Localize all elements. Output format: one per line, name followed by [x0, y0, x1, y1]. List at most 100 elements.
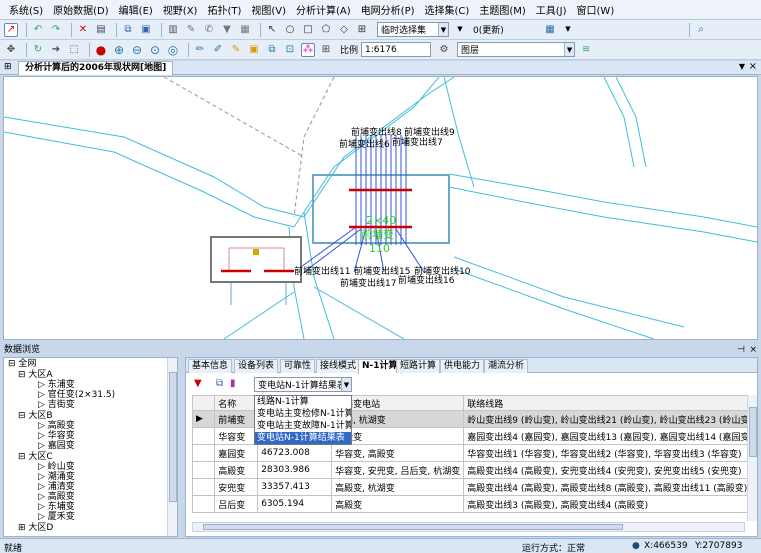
table-cell[interactable]: 吕后变	[214, 495, 259, 513]
tree-region[interactable]: ⊟ 大区B	[18, 411, 53, 421]
rect-icon[interactable]: □	[301, 23, 315, 37]
tree-item[interactable]: ▷ 东埔变	[38, 502, 75, 512]
dropdown-arrow-icon[interactable]: ▼	[453, 23, 467, 37]
table-cell[interactable]: 岭山变出线9 (岭山变), 岭山变出线21 (岭山变), 岭山变出线23 (岭山…	[463, 410, 757, 428]
table-row[interactable]: 嘉园变 46723.008 华容变, 高殿变 华容变出线1 (华容变), 华容变…	[191, 444, 757, 462]
table-cell[interactable]: 华容变出线1 (华容变), 华容变出线2 (华容变), 华容变出线3 (华容变)	[463, 444, 757, 462]
tree-item[interactable]: ▷ 吉街变	[38, 400, 75, 410]
tree-region[interactable]: ⊞ 大区D	[18, 523, 53, 533]
layer-combo[interactable]: 图层 ▼	[457, 42, 576, 57]
tree-item[interactable]: ▷ 高殿变	[38, 421, 75, 431]
table-cell[interactable]: 高殿变出线4 (高殿变), 安兜变出线4 (安兜变), 安兜变出线5 (安兜变)	[463, 461, 757, 479]
table-cell[interactable]: 前埔变	[214, 410, 259, 428]
dropdown-option[interactable]: 变电站主变检修N-1计算	[255, 408, 351, 420]
tree-item[interactable]: ▷ 厦禾变	[38, 512, 75, 522]
tree-item[interactable]: ▷ 岭山变	[38, 462, 75, 472]
tree-root[interactable]: ⊟ 全网	[8, 359, 36, 369]
table-cell[interactable]: 28303.986	[257, 461, 333, 479]
table-cell[interactable]: 华容变, 安兜变, 吕后变, 杭湖变	[331, 461, 465, 479]
zoom-next-icon[interactable]: ◎	[166, 43, 180, 57]
menu-theme-map[interactable]: 主题图(M)	[474, 2, 530, 17]
chevron-down-icon[interactable]: ▼	[341, 378, 351, 391]
menu-edit[interactable]: 编辑(E)	[114, 2, 158, 17]
zoom-out-icon[interactable]: ⊖	[130, 43, 144, 57]
tree-item[interactable]: ▷ 高殿变	[38, 492, 75, 502]
tree-scrollbar[interactable]	[167, 358, 177, 536]
table-vscrollbar[interactable]	[747, 395, 757, 521]
lasso-icon[interactable]: ◇	[337, 23, 351, 37]
table-cell[interactable]: 嘉园变出线4 (嘉园变), 嘉园变出线13 (嘉园变), 嘉园变出线14 (嘉园…	[463, 427, 757, 445]
table-cell[interactable]: 33357.413	[257, 478, 333, 496]
menu-raw-data[interactable]: 原始数据(D)	[48, 2, 114, 17]
pin-tab-icon[interactable]: ⊞	[4, 62, 12, 72]
menu-analysis[interactable]: 分析计算(A)	[291, 2, 356, 17]
table-icon[interactable]: ▦	[543, 23, 557, 37]
table-cell[interactable]: 华容变	[214, 427, 259, 445]
tree-item[interactable]: ▷ 官任变(2×31.5)	[38, 390, 115, 400]
redo-icon[interactable]: ↷	[49, 23, 63, 37]
table-cell[interactable]: 高殿变	[331, 495, 465, 513]
paste-icon[interactable]: ▣	[139, 23, 153, 37]
dropdown-option[interactable]: 变电站主变故障N-1计算	[255, 420, 351, 432]
tab-short-circuit[interactable]: 短路计算	[396, 359, 441, 373]
building-icon[interactable]: ▦	[238, 23, 252, 37]
layer-icon[interactable]: ⧉	[265, 43, 279, 57]
chevron-down-icon[interactable]: ▼	[564, 43, 575, 56]
tag-icon[interactable]: ✎	[229, 43, 243, 57]
tab-equipment-list[interactable]: 设备列表	[234, 359, 279, 373]
tree-item[interactable]: ▷ 华容变	[38, 431, 75, 441]
search-icon[interactable]: ⌕	[694, 23, 708, 37]
table-cell[interactable]: 46723.008	[257, 444, 333, 462]
grid-select-icon[interactable]: ⊞	[355, 23, 369, 37]
selection-mode-combo[interactable]: 临时选择集 ▼	[377, 22, 449, 37]
trash-icon[interactable]: ▥	[166, 23, 180, 37]
menu-tools[interactable]: 工具(J)	[531, 2, 572, 17]
menu-selection[interactable]: 选择集(C)	[420, 2, 475, 17]
circle-icon[interactable]: ○	[283, 23, 297, 37]
table-row[interactable]: 高殿变 28303.986 华容变, 安兜变, 吕后变, 杭湖变 高殿变出线4 …	[191, 461, 757, 479]
tree-region[interactable]: ⊟ 大区A	[18, 370, 53, 380]
tree-item[interactable]: ▷ 东浦变	[38, 380, 75, 390]
copy-icon[interactable]: ⧉	[121, 23, 135, 37]
column-header[interactable]: 联络线路	[463, 395, 757, 411]
dropdown-arrow-icon[interactable]: ▼	[561, 23, 575, 37]
close-icon[interactable]: ×	[749, 344, 757, 356]
table-cell[interactable]: 高殿变, 杭湖变	[331, 478, 465, 496]
pan-icon[interactable]: ✥	[4, 43, 18, 57]
table-cell[interactable]: 高殿变出线3 (高殿变), 高殿变出线4 (高殿变)	[463, 495, 757, 513]
map-select-icon[interactable]: ⊡	[283, 43, 297, 57]
select-tool-icon[interactable]: ↗	[4, 22, 18, 37]
table-cell[interactable]: 高殿变	[214, 461, 259, 479]
tree-item[interactable]: ▷ 浦清变	[38, 482, 75, 492]
dropdown-option[interactable]: 线路N-1计算	[255, 396, 351, 408]
tab-power-flow[interactable]: 潮流分析	[484, 359, 529, 373]
stop-icon[interactable]: ●	[94, 43, 108, 57]
tab-n1-calculation[interactable]: N-1计算	[358, 359, 402, 374]
export-icon[interactable]: ⧉	[216, 378, 223, 389]
tab-wiring-mode[interactable]: 接线模式	[316, 359, 361, 373]
scale-combo[interactable]: 1:6176	[361, 42, 432, 57]
wrench-icon[interactable]: ✎	[184, 23, 198, 37]
tree-item[interactable]: ▷ 嘉园变	[38, 441, 75, 451]
tree-item[interactable]: ▷ 潮涌变	[38, 472, 75, 482]
settings-icon[interactable]: ⚙	[437, 43, 451, 57]
table-row[interactable]: 吕后变 6305.194 高殿变 高殿变出线3 (高殿变), 高殿变出线4 (高…	[191, 495, 757, 513]
chevron-down-icon[interactable]: ▼	[438, 23, 448, 36]
pencil-icon[interactable]: ✏	[193, 43, 207, 57]
scroll-thumb[interactable]	[749, 407, 757, 457]
pointer-icon[interactable]: ↖	[265, 23, 279, 37]
menu-topology[interactable]: 拓扑(T)	[202, 2, 246, 17]
refresh-icon[interactable]: ↻	[31, 43, 45, 57]
menu-view[interactable]: 视图(V)	[246, 2, 291, 17]
document-tab[interactable]: 分析计算后的2006年现状网[地图]	[18, 61, 174, 75]
menu-grid-analysis[interactable]: 电网分析(P)	[356, 2, 420, 17]
arrow-icon[interactable]: ➔	[49, 43, 63, 57]
close-icon[interactable]: ×	[749, 61, 757, 72]
tree-region[interactable]: ⊟ 大区C	[18, 452, 53, 462]
delete-icon[interactable]: ✕	[76, 23, 90, 37]
menu-window[interactable]: 窗口(W)	[572, 2, 620, 17]
brush-icon[interactable]: ✐	[211, 43, 225, 57]
result-type-dropdown[interactable]: 线路N-1计算 变电站主变检修N-1计算 变电站主变故障N-1计算 变电站N-1…	[254, 395, 352, 445]
column-header[interactable]: 名称	[214, 395, 259, 411]
filter-icon[interactable]: ▼	[220, 23, 234, 37]
